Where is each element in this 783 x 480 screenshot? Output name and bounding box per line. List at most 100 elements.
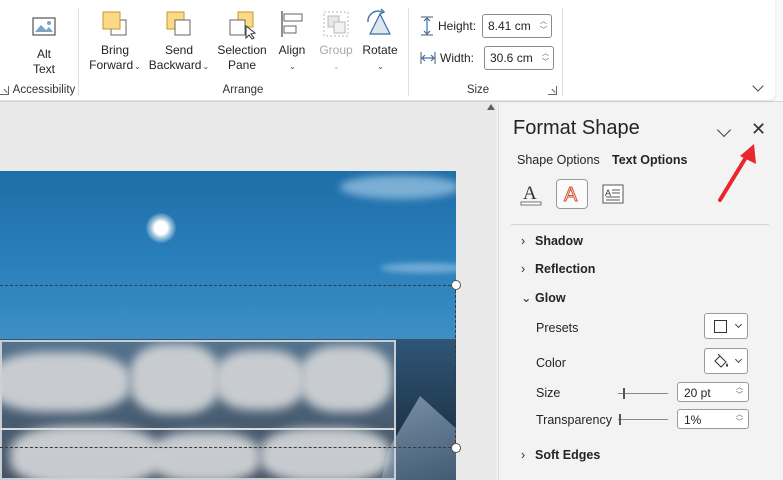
tab-text-options[interactable]: Text Options [612, 153, 687, 167]
glow-presets-dropdown[interactable] [704, 313, 748, 339]
chevron-down-icon: ⌄ [202, 62, 210, 71]
moon-glow [146, 213, 176, 243]
textbox-icon[interactable]: A [597, 179, 629, 209]
chevron-down-icon: ⌄ [134, 62, 141, 71]
section-shadow[interactable]: › Shadow [521, 234, 583, 248]
ribbon-separator [78, 8, 79, 96]
selection-pane-button[interactable]: Selection Pane [214, 8, 270, 73]
selection-pane-icon [226, 8, 258, 40]
glow-size-value: 20 pt [684, 386, 711, 400]
glow-size-spinner-icon[interactable]: ︿ ﹀ [736, 384, 743, 400]
align-button[interactable]: Align ⌄ [272, 8, 312, 74]
scroll-up-arrow-icon[interactable] [487, 104, 495, 110]
width-input[interactable]: 30.6 cm ︿ ﹀ [484, 46, 554, 70]
glow-size-slider[interactable] [618, 388, 668, 399]
ribbon-collapse-chevron-icon[interactable] [752, 80, 764, 92]
selection-frame [0, 285, 456, 448]
dialog-launcher-accessibility-icon[interactable] [0, 86, 9, 95]
group-button[interactable]: Group ⌄ [316, 8, 356, 74]
glow-size-label: Size [536, 386, 561, 400]
section-shadow-label: Shadow [535, 234, 583, 248]
send-backward-label: Send Backward [148, 43, 202, 72]
selection-pane-label: Selection Pane [217, 43, 267, 72]
width-value: 30.6 cm [490, 51, 533, 65]
rotate-icon [364, 8, 396, 40]
glow-transparency-label: Transparency [536, 413, 612, 427]
align-icon [276, 8, 308, 40]
text-effects-icon[interactable]: A [556, 179, 588, 209]
width-spinner-icon[interactable]: ︿ ﹀ [542, 49, 549, 67]
pane-options-chevron-icon[interactable] [716, 122, 732, 138]
glow-color-label: Color [536, 356, 566, 370]
glow-size-input[interactable]: 20 pt ︿ ﹀ [677, 382, 749, 402]
section-soft-edges[interactable]: › Soft Edges [521, 448, 600, 462]
bring-forward-label: Bring Forward [89, 43, 134, 72]
height-icon [420, 16, 434, 36]
chevron-right-icon: › [521, 234, 526, 248]
ribbon-separator [562, 8, 563, 96]
glow-transparency-slider-thumb[interactable] [619, 414, 621, 425]
pane-divider [511, 224, 769, 225]
chevron-right-icon: › [521, 262, 526, 276]
chevron-down-icon: ⌄ [521, 291, 532, 305]
group-label-size: Size [466, 84, 490, 96]
glow-size-slider-thumb[interactable] [623, 388, 625, 399]
glow-transparency-spinner-icon[interactable]: ︿ ﹀ [736, 411, 743, 427]
chevron-right-icon: › [521, 448, 526, 462]
height-input[interactable]: 8.41 cm ︿ ﹀ [482, 14, 552, 38]
pane-title: Format Shape [513, 117, 640, 139]
height-value: 8.41 cm [488, 19, 531, 33]
section-glow[interactable]: ⌄ Glow [521, 290, 566, 305]
chevron-down-icon: ⌄ [289, 62, 296, 71]
send-backward-button[interactable]: Send Backward⌄ [147, 8, 211, 74]
ribbon: Alt Text Accessibility Bring Forward⌄ Se… [0, 0, 783, 102]
tab-shape-options[interactable]: Shape Options [517, 153, 600, 167]
glow-color-dropdown[interactable] [704, 348, 748, 374]
section-soft-edges-label: Soft Edges [535, 448, 601, 462]
alt-text-label: Alt Text [32, 47, 55, 76]
cloud [340, 175, 456, 199]
close-icon[interactable]: ✕ [751, 119, 766, 140]
width-label: Width: [440, 51, 475, 65]
width-row: Width: 30.6 cm ︿ ﹀ [420, 46, 554, 70]
chevron-down-icon [734, 355, 743, 364]
annotation-arrow-icon [718, 144, 756, 202]
send-backward-icon [163, 8, 195, 40]
bring-forward-button[interactable]: Bring Forward⌄ [86, 8, 144, 74]
glow-transparency-input[interactable]: 1% ︿ ﹀ [677, 409, 749, 429]
align-label: Align [278, 43, 306, 57]
svg-text:A: A [564, 184, 578, 206]
rotate-button[interactable]: Rotate ⌄ [360, 8, 400, 74]
height-spinner-icon[interactable]: ︿ ﹀ [540, 17, 547, 35]
alt-text-button[interactable]: Alt Text [24, 12, 64, 77]
presets-swatch-icon [714, 320, 727, 333]
paint-bucket-icon [712, 353, 730, 372]
text-fill-outline-icon[interactable]: A [515, 179, 547, 209]
group-label: Group [319, 43, 353, 57]
group-label-accessibility: Accessibility [12, 84, 76, 96]
alt-text-icon [28, 12, 60, 44]
bring-forward-icon [99, 8, 131, 40]
width-icon [420, 50, 436, 66]
dialog-launcher-size-icon[interactable] [548, 86, 557, 95]
chevron-down-icon [734, 320, 743, 329]
group-label-arrange: Arrange [222, 84, 264, 96]
ribbon-separator [408, 8, 409, 96]
chevron-down-icon: ⌄ [377, 62, 384, 71]
height-label: Height: [438, 19, 477, 33]
section-reflection-label: Reflection [535, 262, 596, 276]
group-icon [320, 8, 352, 40]
vertical-scrollbar[interactable] [486, 104, 496, 480]
chevron-down-icon: ⌄ [333, 62, 340, 71]
resize-handle[interactable] [451, 280, 461, 290]
rotate-label: Rotate [362, 43, 398, 57]
resize-handle[interactable] [451, 443, 461, 453]
cloud [380, 263, 456, 273]
section-reflection[interactable]: › Reflection [521, 262, 595, 276]
height-row: Height: 8.41 cm ︿ ﹀ [420, 14, 552, 38]
glow-transparency-slider[interactable] [618, 414, 668, 425]
ribbon-panel: Alt Text Accessibility Bring Forward⌄ Se… [0, 0, 775, 100]
section-glow-label: Glow [535, 291, 566, 305]
glow-presets-label: Presets [536, 321, 579, 335]
glow-transparency-value: 1% [684, 413, 702, 427]
